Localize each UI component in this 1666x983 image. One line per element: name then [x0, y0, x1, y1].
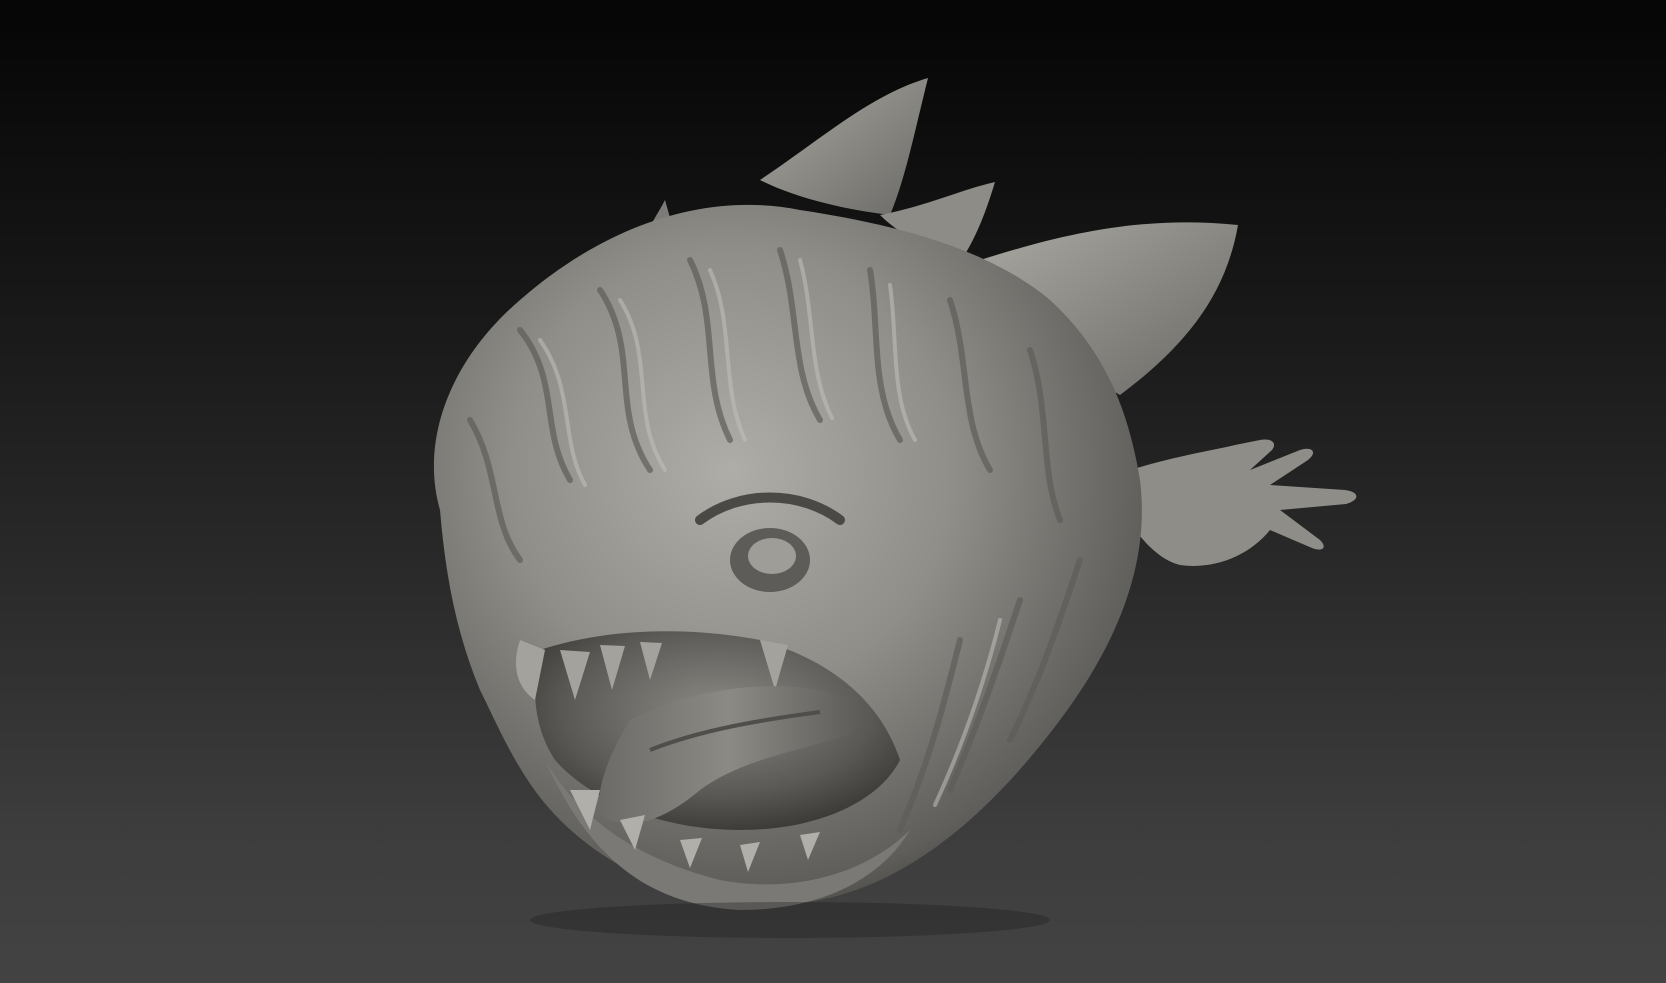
- eye: [748, 538, 796, 574]
- claw-arm: [1130, 439, 1357, 566]
- sculpt-viewport: [0, 0, 1666, 983]
- creature-sculpt: [433, 78, 1357, 938]
- top-spike: [760, 78, 928, 215]
- ground-shadow: [530, 902, 1050, 938]
